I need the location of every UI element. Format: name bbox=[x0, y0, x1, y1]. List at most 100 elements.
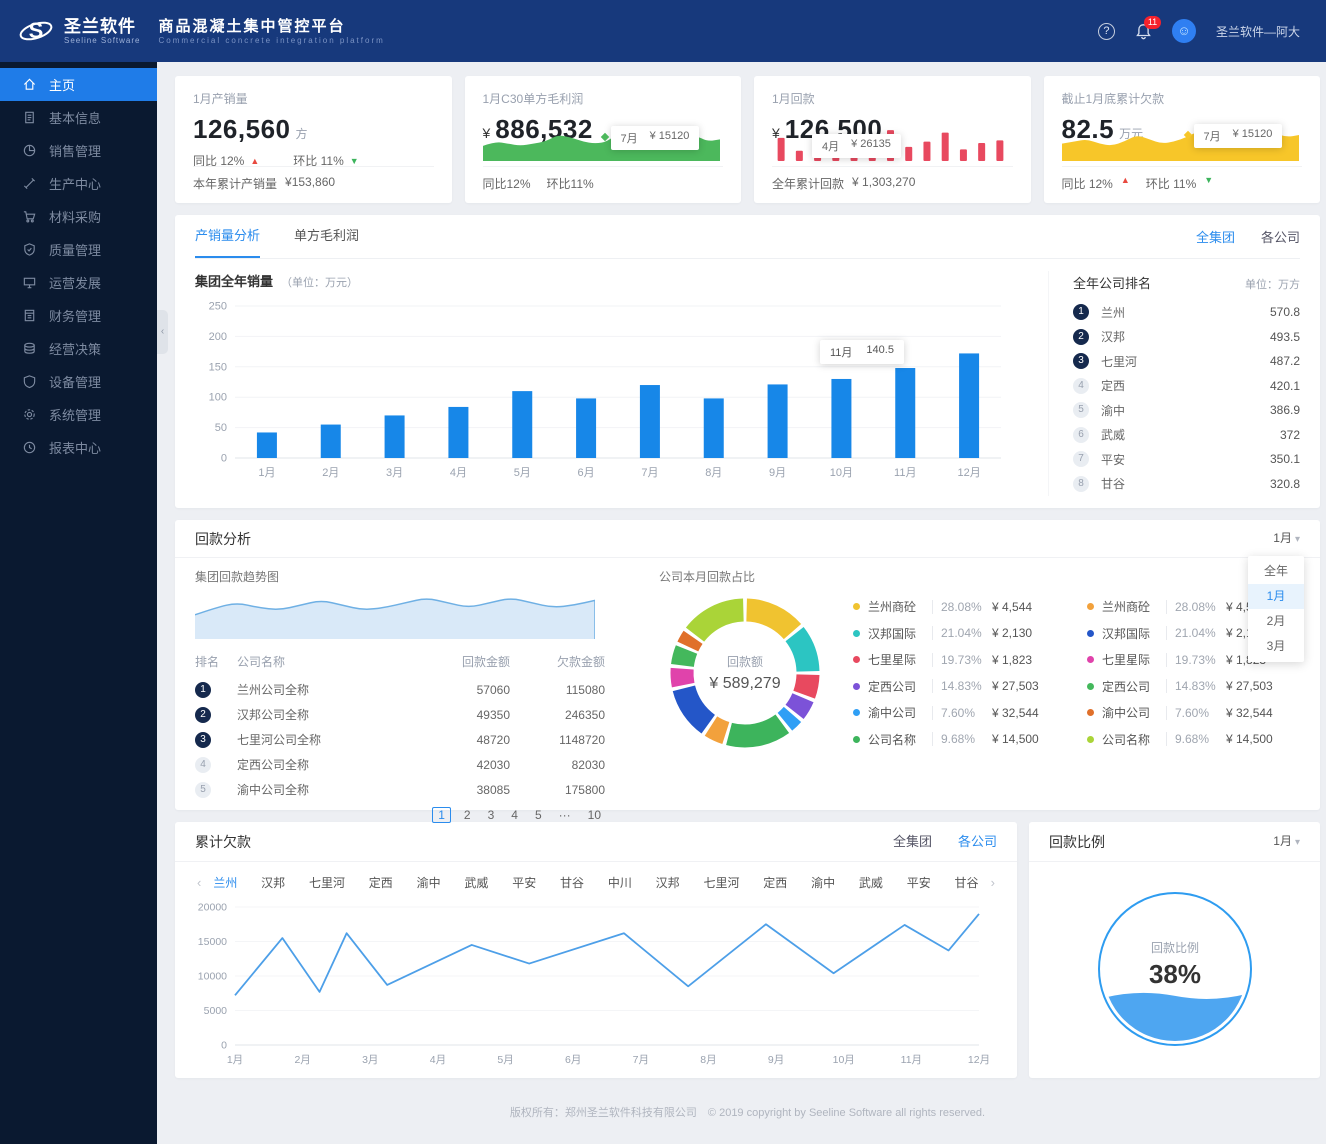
ranking-title: 全年公司排名 bbox=[1073, 276, 1152, 291]
tooltip-value: ¥ 15120 bbox=[649, 130, 690, 142]
company-tab-武威[interactable]: 武威 bbox=[464, 874, 488, 891]
company-tab-兰州[interactable]: 兰州 bbox=[213, 874, 237, 891]
help-icon[interactable]: ? bbox=[1097, 22, 1115, 40]
sidebar-item-主页[interactable]: 主页 bbox=[0, 68, 157, 101]
company-tab-甘谷[interactable]: 甘谷 bbox=[560, 874, 584, 891]
page-title: 商品混凝土集中管控平台 bbox=[158, 17, 346, 35]
brand-name: 圣兰软件 bbox=[64, 16, 136, 36]
sidebar-item-报表中心[interactable]: 报表中心 bbox=[0, 431, 157, 464]
bottom-row: 累计欠款 全集团 各公司 ‹ 兰州 汉邦 七里河 定西 渝中 武威 平安 甘谷 中川 汉邦 七里河 定西… bbox=[175, 822, 1320, 1078]
legend-item: 公司名称 9.68% ¥ 14,500 bbox=[1087, 726, 1299, 753]
ranking-row: 6 武威 372 bbox=[1073, 423, 1300, 448]
scroll-left-icon[interactable]: ‹ bbox=[193, 875, 205, 890]
company-tab-渝中[interactable]: 渝中 bbox=[811, 874, 835, 891]
chart-tooltip: 4月 ¥ 26135 bbox=[812, 134, 901, 158]
sidebar-item-系统管理[interactable]: 系统管理 bbox=[0, 398, 157, 431]
collection-share-column: 公司本月回款占比 回款额 ¥ 589,279 兰州商砼 28.08% ¥ 4,544… bbox=[659, 568, 1300, 823]
sidebar-item-材料采购[interactable]: 材料采购 bbox=[0, 200, 157, 233]
column-header: 排名 bbox=[195, 655, 220, 669]
sidebar-collapse-handle[interactable]: ‹ bbox=[157, 310, 168, 354]
user-name[interactable]: 圣兰软件—阿大 bbox=[1216, 23, 1300, 40]
period-option-3月[interactable]: 3月 bbox=[1248, 634, 1304, 659]
legend-amount: ¥ 27,503 bbox=[992, 679, 1039, 694]
company-tab-汉邦[interactable]: 汉邦 bbox=[656, 874, 680, 891]
tab-单方毛利润[interactable]: 单方毛利润 bbox=[294, 215, 359, 258]
coins-icon bbox=[22, 341, 38, 357]
company-tab-定西[interactable]: 定西 bbox=[369, 874, 393, 891]
page-button-5[interactable]: 5 bbox=[531, 808, 546, 822]
legend-percent: 7.60% bbox=[1166, 705, 1222, 720]
legend-name: 七里星际 bbox=[868, 653, 917, 668]
kpi-card-monthly-collection: 1月回款 ¥ 126,500 4月 ¥ 26135 全年累计回款 ¥ 1,303… bbox=[754, 76, 1031, 203]
ranking-unit: 单位：万方 bbox=[1245, 279, 1300, 291]
page-button-3[interactable]: 3 bbox=[484, 808, 499, 822]
company-tab-渝中[interactable]: 渝中 bbox=[417, 874, 441, 891]
scope-tab-各公司[interactable]: 各公司 bbox=[1261, 227, 1300, 246]
debt-header: 累计欠款 全集团 各公司 bbox=[175, 822, 1017, 862]
company-tab-汉邦[interactable]: 汉邦 bbox=[261, 874, 285, 891]
debt-cell: 115080 bbox=[565, 682, 605, 697]
sidebar-item-财务管理[interactable]: 财务管理 bbox=[0, 299, 157, 332]
scope-tab-各公司[interactable]: 各公司 bbox=[958, 822, 997, 862]
legend-amount: ¥ 1,823 bbox=[992, 652, 1033, 667]
company-tab-定西[interactable]: 定西 bbox=[763, 874, 787, 891]
sidebar-item-label: 材料采购 bbox=[49, 210, 102, 225]
page-button-2[interactable]: 2 bbox=[460, 808, 475, 822]
sidebar-item-基本信息[interactable]: 基本信息 bbox=[0, 101, 157, 134]
page-button-10[interactable]: 10 bbox=[584, 808, 605, 822]
legend-item: 公司名称 9.68% ¥ 14,500 bbox=[853, 726, 1065, 753]
legend-name: 渝中公司 bbox=[1102, 706, 1151, 721]
period-option-1月[interactable]: 1月 bbox=[1248, 584, 1304, 609]
sidebar-item-经营决策[interactable]: 经营决策 bbox=[0, 332, 157, 365]
svg-text:4月: 4月 bbox=[430, 1054, 446, 1066]
collection-header: 回款分析 1月 ▾ bbox=[175, 520, 1320, 558]
company-tab-七里河[interactable]: 七里河 bbox=[309, 874, 345, 891]
page-button-1[interactable]: 1 bbox=[432, 807, 451, 823]
sidebar-item-设备管理[interactable]: 设备管理 bbox=[0, 365, 157, 398]
gear-icon bbox=[22, 407, 38, 423]
legend-name: 汉邦国际 bbox=[1102, 626, 1151, 641]
rank-badge: 5 bbox=[1073, 402, 1089, 419]
period-dropdown[interactable]: 1月 ▾ bbox=[1273, 519, 1300, 559]
collection-ratio-gauge: 回款比例 38% bbox=[1090, 884, 1260, 1059]
sidebar-item-label: 系统管理 bbox=[49, 408, 102, 423]
chart-tooltip: 7月 ¥ 15120 bbox=[600, 126, 700, 150]
sidebar-item-label: 报表中心 bbox=[49, 441, 102, 456]
company-tab-武威[interactable]: 武威 bbox=[859, 874, 883, 891]
company-name: 渝中 bbox=[1101, 403, 1126, 418]
company-tab-七里河[interactable]: 七里河 bbox=[703, 874, 739, 891]
scroll-right-icon[interactable]: › bbox=[987, 875, 999, 890]
legend-percent: 28.08% bbox=[932, 599, 988, 614]
legend-item: 汉邦国际 21.04% ¥ 2,130 bbox=[853, 620, 1065, 647]
company-tab-甘谷[interactable]: 甘谷 bbox=[955, 874, 979, 891]
ranking-list: 1 兰州 570.8 2 汉邦 493.5 3 七里河 487.2 4 定西 420.1 5 渝中 386.… bbox=[1073, 300, 1300, 496]
amount-cell: 38085 bbox=[476, 782, 510, 797]
ratio-period-dropdown[interactable]: 1月 ▾ bbox=[1273, 821, 1300, 863]
company-tab-平安[interactable]: 平安 bbox=[512, 874, 536, 891]
scope-tab-全集团[interactable]: 全集团 bbox=[893, 822, 932, 862]
notifications-button[interactable]: 11 bbox=[1135, 15, 1161, 40]
tab-产销量分析[interactable]: 产销量分析 bbox=[195, 215, 261, 258]
scope-tab-全集团[interactable]: 全集团 bbox=[1196, 227, 1235, 246]
divider bbox=[193, 166, 434, 167]
period-option-2月[interactable]: 2月 bbox=[1248, 609, 1304, 634]
svg-text:0: 0 bbox=[221, 453, 227, 465]
chevron-down-icon: ▾ bbox=[1294, 836, 1300, 848]
period-option-全年[interactable]: 全年 bbox=[1248, 559, 1304, 584]
company-tab-平安[interactable]: 平安 bbox=[907, 874, 931, 891]
annual-sales-bar-chart: 11月 140.5 0 50 100 150 200 250 1月 2月 3月 4月 5月 6月 7月 8… bbox=[195, 294, 1048, 489]
seeline-logo-icon: S bbox=[19, 18, 53, 43]
page-button-4[interactable]: 4 bbox=[507, 808, 522, 822]
rank-badge: 6 bbox=[1073, 426, 1089, 443]
sidebar-item-label: 销售管理 bbox=[49, 144, 102, 159]
pagination: 1 2 3 4 5 ··· 10 bbox=[195, 807, 605, 823]
sidebar-item-运营发展[interactable]: 运营发展 bbox=[0, 266, 157, 299]
sales-body: 集团全年销量 （单位：万元） 11月 140.5 0 50 100 150 200 250… bbox=[195, 259, 1300, 496]
sidebar-item-销售管理[interactable]: 销售管理 bbox=[0, 134, 157, 167]
rank-badge: 4 bbox=[195, 757, 211, 773]
company-tab-中川[interactable]: 中川 bbox=[608, 874, 632, 891]
sidebar-item-质量管理[interactable]: 质量管理 bbox=[0, 233, 157, 266]
sidebar-item-生产中心[interactable]: 生产中心 bbox=[0, 167, 157, 200]
user-avatar[interactable]: ☺ bbox=[1171, 19, 1196, 43]
period-dropdown-menu: 全年 1月 2月 3月 bbox=[1248, 556, 1304, 662]
